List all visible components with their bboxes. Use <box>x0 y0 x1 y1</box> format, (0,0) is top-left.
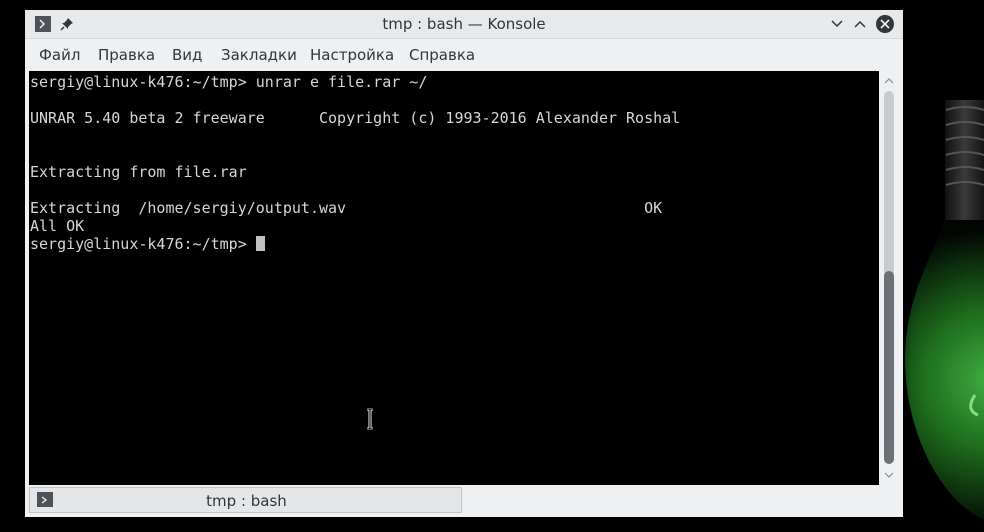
scroll-down-icon[interactable] <box>883 469 895 481</box>
terminal-output[interactable]: sergiy@linux-k476:~/tmp> unrar e file.ra… <box>29 71 879 485</box>
maximize-icon[interactable] <box>851 15 869 33</box>
ibeam-cursor-icon <box>367 408 373 430</box>
menu-file[interactable]: Файл <box>39 46 80 64</box>
terminal-line: Extracting /home/sergiy/output.wav OK <box>30 199 663 217</box>
terminal-line: All OK <box>30 217 85 235</box>
scroll-up-icon[interactable] <box>883 75 895 87</box>
minimize-icon[interactable] <box>828 15 846 33</box>
menubar: Файл Правка Вид Закладки Настройка Справ… <box>25 39 903 69</box>
menu-settings[interactable]: Настройка <box>310 46 394 64</box>
konsole-window: tmp : bash — Konsole Файл Правка Вид Зак… <box>25 10 903 517</box>
terminal-prompt-line: sergiy@linux-k476:~/tmp> <box>30 235 265 253</box>
menu-view[interactable]: Вид <box>172 46 202 64</box>
terminal-line: UNRAR 5.40 beta 2 freeware Copyright (c)… <box>30 109 681 127</box>
scroll-thumb[interactable] <box>884 271 894 464</box>
terminal-line: sergiy@linux-k476:~/tmp> unrar e file.ra… <box>30 73 428 91</box>
tab-label: tmp : bash <box>206 492 287 510</box>
titlebar[interactable]: tmp : bash — Konsole <box>25 10 903 39</box>
tab-tmp-bash[interactable]: tmp : bash <box>29 487 462 513</box>
close-button[interactable] <box>876 15 894 33</box>
menu-edit[interactable]: Правка <box>98 46 155 64</box>
menu-bookmarks[interactable]: Закладки <box>221 46 297 64</box>
close-icon <box>876 15 894 33</box>
terminal-line: Extracting from file.rar <box>30 163 247 181</box>
menu-help[interactable]: Справка <box>409 46 475 64</box>
terminal-scrollbar[interactable] <box>879 71 903 485</box>
terminal-prompt: sergiy@linux-k476:~/tmp> <box>30 235 256 253</box>
window-title: tmp : bash — Konsole <box>382 15 546 33</box>
text-cursor <box>255 236 265 251</box>
tab-bar: tmp : bash <box>25 485 903 517</box>
